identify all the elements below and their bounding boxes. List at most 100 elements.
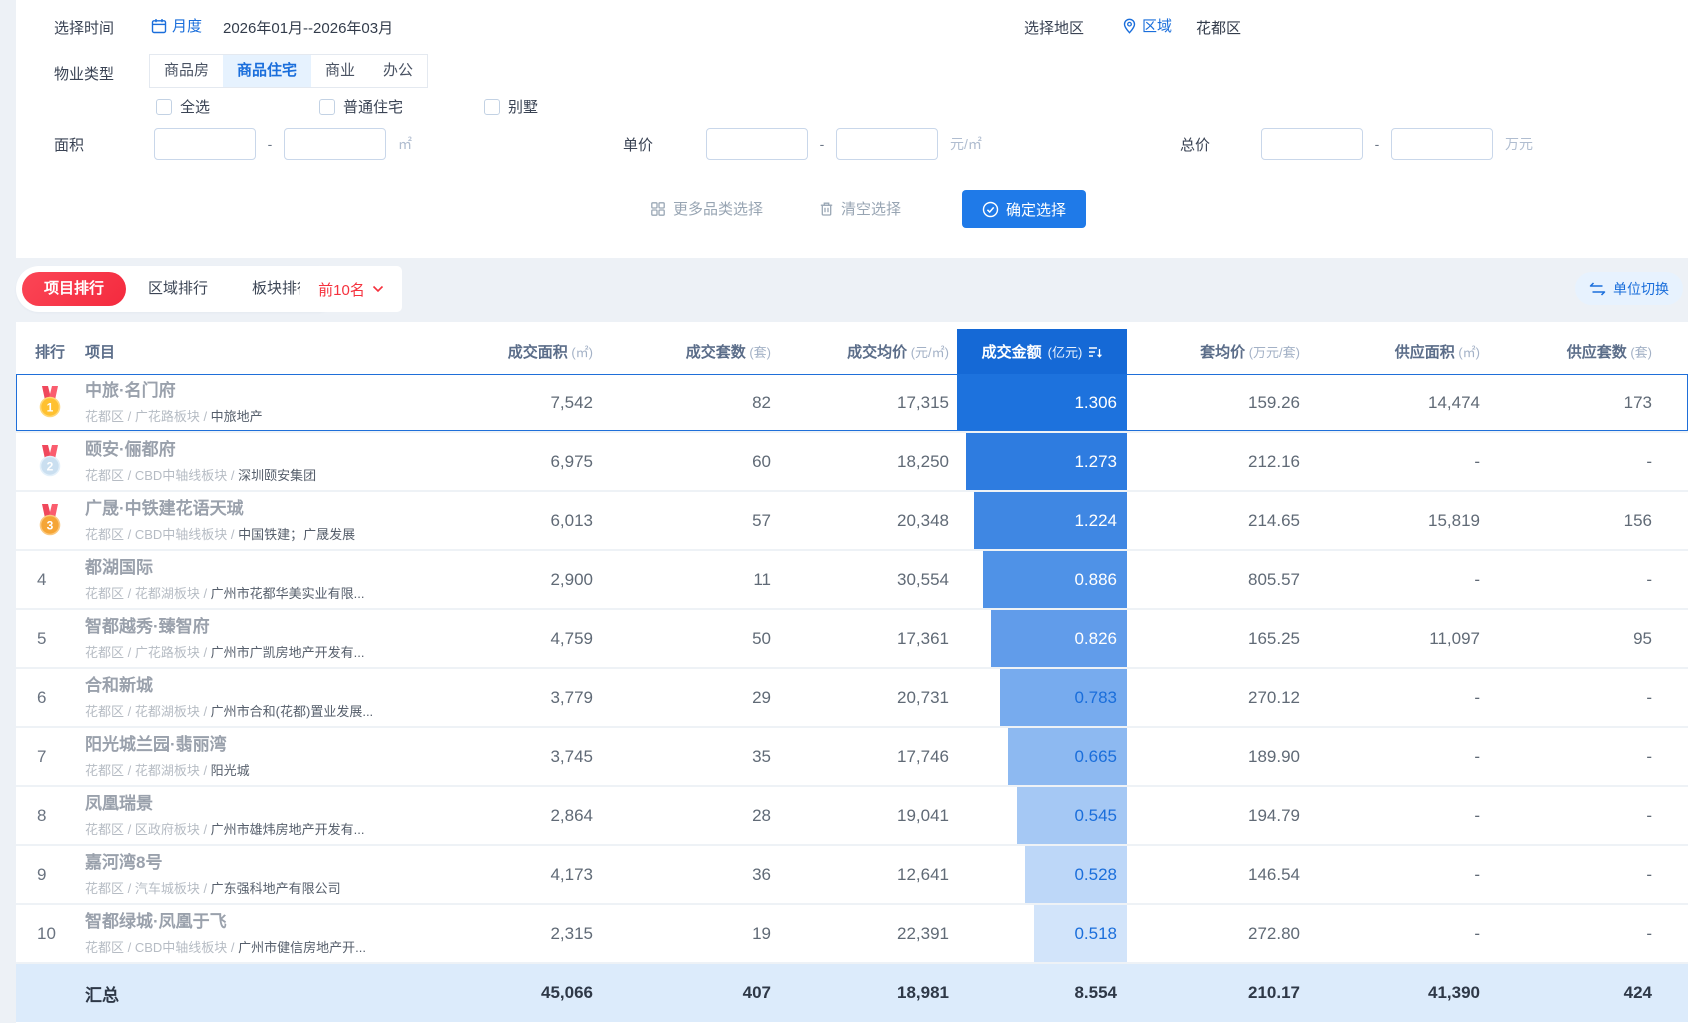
project-location: 花都区 / 广花路板块 / 广州市广凯房地产开发有... — [85, 642, 423, 661]
supply-units: 156 — [1623, 510, 1652, 530]
unit-price-min-input[interactable] — [706, 128, 808, 160]
table-row[interactable]: 6 合和新城 花都区 / 花都湖板块 / 广州市合和(花都)置业发展... 3,779… — [16, 669, 1688, 726]
column-header-rank: 排行 — [35, 344, 66, 361]
project-name[interactable]: 智都越秀·臻智府 — [85, 616, 423, 637]
table-row[interactable]: 10 智都绿城·凤凰于飞 花都区 / CBD中轴线板块 / 广州市健信房地产开...… — [16, 905, 1688, 962]
project-name[interactable]: 颐安·俪都府 — [85, 439, 423, 460]
checkbox-全选[interactable]: 全选 — [156, 96, 210, 117]
column-header-unit: (㎡) — [1454, 345, 1480, 360]
supply-area: - — [1474, 864, 1480, 884]
deal-amount-value: 0.518 — [1074, 923, 1117, 943]
project-developer: 广州市雄炜房地产开发有... — [210, 821, 365, 837]
area-range-filter: 面积 - ㎡ — [54, 128, 412, 160]
area-min-input[interactable] — [154, 128, 256, 160]
checkbox-label: 普通住宅 — [343, 99, 404, 116]
project-name[interactable]: 嘉河湾8号 — [85, 852, 423, 873]
more-categories-button[interactable]: 更多品类选择 — [650, 198, 763, 219]
column-header-供应套数[interactable]: 供应套数 (套) — [1488, 341, 1660, 362]
project-name[interactable]: 中旅·名门府 — [85, 380, 423, 401]
deal-amount-value: 0.545 — [1074, 805, 1117, 825]
project-name[interactable]: 合和新城 — [85, 675, 423, 696]
property-tab-商业[interactable]: 商业 — [311, 55, 370, 87]
total-price-max-input[interactable] — [1391, 128, 1493, 160]
grid-icon — [650, 201, 666, 217]
table-row[interactable]: 7 阳光城兰园·翡丽湾 花都区 / 花都湖板块 / 阳光城 3,745 35 17,746… — [16, 728, 1688, 785]
region-mode-picker[interactable]: 区域 — [1122, 15, 1172, 36]
table-row[interactable]: 1 中旅·名门府 花都区 / 广花路板块 / 中旅地产 7,542 82 17,315 1.… — [16, 374, 1688, 431]
property-tab-商品住宅[interactable]: 商品住宅 — [223, 55, 312, 87]
unit-price-max-input[interactable] — [836, 128, 938, 160]
area-max-input[interactable] — [284, 128, 386, 160]
project-name[interactable]: 都湖国际 — [85, 557, 423, 578]
supply-units: - — [1646, 864, 1652, 884]
deal-area: 2,315 — [550, 923, 593, 943]
total-price-range-filter: 总价 - 万元 — [1180, 128, 1533, 160]
top-n-dropdown[interactable]: 前10名 — [300, 266, 402, 312]
deal-amount-bar: 0.783 — [999, 669, 1127, 726]
column-header-套均价[interactable]: 套均价 (万元/套) — [1127, 341, 1308, 362]
column-header-project: 项目 — [85, 344, 116, 361]
deal-amount-bar-cell: 0.886 — [957, 551, 1127, 608]
rank-tab-bar: 项目排行 区域排行 板块排行 前10名 单位切换 — [0, 258, 1688, 322]
rank-tab-区域排行[interactable]: 区域排行 — [126, 272, 230, 306]
checkbox-box[interactable] — [484, 98, 500, 115]
rank-tab-项目排行[interactable]: 项目排行 — [22, 272, 127, 306]
supply-area: - — [1474, 569, 1480, 589]
time-mode-picker[interactable]: 月度 — [151, 15, 202, 36]
time-mode-label: 月度 — [172, 18, 203, 35]
summary-row: 汇总 45,066 407 18,981 8.554 210.17 41,390… — [16, 964, 1688, 1022]
project-name[interactable]: 智都绿城·凤凰于飞 — [85, 911, 423, 932]
project-location: 花都区 / 花都湖板块 / 广州市合和(花都)置业发展... — [85, 701, 423, 720]
table-row[interactable]: 9 嘉河湾8号 花都区 / 汽车城板块 / 广东强科地产有限公司 4,173 36 12,… — [16, 846, 1688, 903]
checkbox-别墅[interactable]: 别墅 — [484, 96, 538, 117]
column-header-成交套数[interactable]: 成交套数 (套) — [601, 341, 779, 362]
project-district: 花都区 / 花都湖板块 / — [85, 585, 211, 601]
column-header-label: 供应面积 — [1394, 344, 1455, 361]
property-tab-商品房[interactable]: 商品房 — [150, 55, 224, 87]
table-header-row: 排行 项目 成交面积 (㎡) 成交套数 (套) 成交均价 (元/㎡) 成交金额 (亿元… — [16, 329, 1688, 374]
table-row[interactable]: 2 颐安·俪都府 花都区 / CBD中轴线板块 / 深圳颐安集团 6,975 60 18,… — [16, 433, 1688, 490]
confirm-selection-button[interactable]: 确定选择 — [962, 190, 1086, 228]
property-tab-办公[interactable]: 办公 — [369, 55, 428, 87]
checkbox-普通住宅[interactable]: 普通住宅 — [319, 96, 403, 117]
deal-amount-bar-cell: 1.224 — [957, 492, 1127, 549]
time-range-value[interactable]: 2026年01月--2026年03月 — [223, 17, 393, 38]
sort-descending-icon[interactable] — [1088, 346, 1103, 358]
table-row[interactable]: 5 智都越秀·臻智府 花都区 / 广花路板块 / 广州市广凯房地产开发有... 4,7… — [16, 610, 1688, 667]
deal-avg-price: 17,746 — [897, 746, 949, 766]
project-developer: 广州市广凯房地产开发有... — [210, 644, 365, 660]
deal-amount-value: 0.528 — [1074, 864, 1117, 884]
deal-amount-bar: 0.886 — [982, 551, 1127, 608]
column-header-成交均价[interactable]: 成交均价 (元/㎡) — [779, 341, 957, 362]
table-row[interactable]: 4 都湖国际 花都区 / 花都湖板块 / 广州市花都华美实业有限... 2,900 11… — [16, 551, 1688, 608]
project-name[interactable]: 阳光城兰园·翡丽湾 — [85, 734, 423, 755]
deal-amount-value: 1.273 — [1074, 451, 1117, 471]
area-unit-label: ㎡ — [398, 136, 412, 152]
deal-amount-bar-cell: 1.273 — [957, 433, 1127, 490]
column-header-供应面积[interactable]: 供应面积 (㎡) — [1308, 341, 1488, 362]
region-value[interactable]: 花都区 — [1196, 17, 1241, 38]
table-row[interactable]: 8 凤凰瑞景 花都区 / 区政府板块 / 广州市雄炜房地产开发有... 2,864 28… — [16, 787, 1688, 844]
clear-selection-button[interactable]: 清空选择 — [819, 198, 901, 219]
supply-units: - — [1646, 569, 1652, 589]
deal-amount-bar-cell: 0.518 — [957, 905, 1127, 962]
column-header-成交金额[interactable]: 成交金额 (亿元) — [957, 329, 1127, 374]
supply-units: - — [1646, 923, 1652, 943]
unit-switch-label: 单位切换 — [1613, 280, 1669, 297]
unit-avg-price: 270.12 — [1248, 687, 1300, 707]
total-price-min-input[interactable] — [1261, 128, 1363, 160]
column-header-成交面积[interactable]: 成交面积 (㎡) — [423, 341, 601, 362]
chevron-down-icon — [372, 285, 384, 293]
checkbox-box[interactable] — [319, 98, 335, 115]
deal-amount-bar-cell: 0.528 — [957, 846, 1127, 903]
confirm-selection-label: 确定选择 — [1005, 201, 1066, 219]
project-name[interactable]: 广晟·中铁建花语天珹 — [85, 498, 423, 519]
table-row[interactable]: 3 广晟·中铁建花语天珹 花都区 / CBD中轴线板块 / 中国铁建；广晟发展 6,0… — [16, 492, 1688, 549]
project-district: 花都区 / CBD中轴线板块 / — [85, 467, 239, 483]
project-developer: 广州市花都华美实业有限... — [210, 585, 365, 601]
project-name[interactable]: 凤凰瑞景 — [85, 793, 423, 814]
deal-avg-price: 22,391 — [897, 923, 949, 943]
unit-switch-button[interactable]: 单位切换 — [1575, 272, 1683, 305]
deal-units: 11 — [753, 569, 771, 589]
checkbox-box[interactable] — [156, 98, 172, 115]
